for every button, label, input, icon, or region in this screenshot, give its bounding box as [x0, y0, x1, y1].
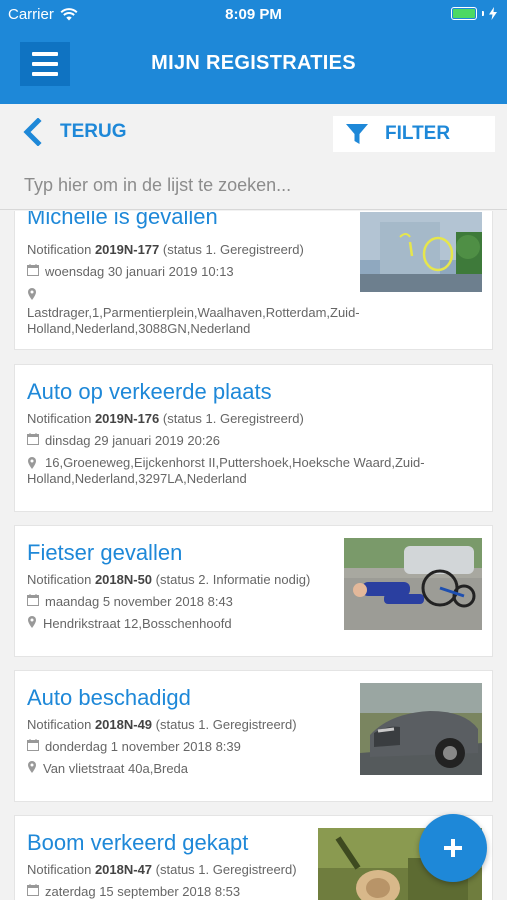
- app-header: Carrier 8:09 PM MIJN REGISTRATIES: [0, 0, 507, 104]
- item-number: 2019N-177: [94, 242, 160, 257]
- add-button[interactable]: [419, 814, 487, 882]
- item-status: (status 1. Geregistreerd): [162, 411, 304, 426]
- list-item[interactable]: Michelle is gevallen Notification 2019N-…: [14, 211, 493, 350]
- item-photo: [360, 212, 482, 292]
- item-number: 2019N-176: [94, 411, 160, 426]
- item-meta: Notification 2019N-177 (status 1. Geregi…: [27, 242, 304, 257]
- item-title: Auto op verkeerde plaats: [27, 379, 272, 404]
- item-address: 16,Groeneweg,Eijckenhorst II,Puttershoek…: [27, 455, 425, 486]
- filter-button[interactable]: FILTER: [333, 116, 495, 152]
- item-address-row: Van vlietstraat 40a,Breda: [27, 761, 188, 776]
- item-prefix: Notification: [27, 411, 92, 426]
- back-label: TERUG: [60, 121, 127, 142]
- nav-row: TERUG FILTER: [0, 104, 507, 162]
- location-pin-icon: [28, 288, 36, 300]
- item-number: 2018N-49: [94, 717, 153, 732]
- chevron-left-icon: [23, 118, 42, 146]
- item-title: Boom verkeerd gekapt: [27, 830, 249, 855]
- item-meta: Notification 2018N-50 (status 2. Informa…: [27, 572, 310, 587]
- item-date-row: maandag 5 november 2018 8:43: [27, 594, 233, 609]
- item-date-row: zaterdag 15 september 2018 8:53: [27, 884, 240, 899]
- calendar-icon: [27, 264, 39, 276]
- item-photo: [344, 538, 482, 630]
- list-item[interactable]: Auto beschadigd Notification 2018N-49 (s…: [14, 670, 493, 802]
- item-status: (status 1. Geregistreerd): [155, 862, 297, 877]
- item-prefix: Notification: [27, 572, 92, 587]
- battery-icon: [451, 7, 477, 20]
- calendar-icon: [27, 594, 39, 606]
- back-button[interactable]: TERUG: [22, 118, 127, 146]
- page-title: MIJN REGISTRATIES: [151, 52, 356, 74]
- item-number: 2018N-47: [94, 862, 153, 877]
- item-prefix: Notification: [27, 242, 92, 257]
- calendar-icon: [27, 433, 39, 445]
- item-date: zaterdag 15 september 2018 8:53: [45, 884, 241, 899]
- location-pin-icon: [28, 616, 36, 628]
- item-date: maandag 5 november 2018 8:43: [45, 594, 233, 609]
- list-item[interactable]: Fietser gevallen Notification 2018N-50 (…: [14, 525, 493, 657]
- item-date-row: woensdag 30 januari 2019 10:13: [27, 264, 234, 279]
- calendar-icon: [27, 739, 39, 751]
- status-bar: Carrier 8:09 PM: [0, 0, 507, 28]
- item-date-row: dinsdag 29 januari 2019 20:26: [27, 433, 220, 448]
- search-input[interactable]: [0, 162, 507, 209]
- item-prefix: Notification: [27, 862, 92, 877]
- list-item[interactable]: Auto op verkeerde plaats Notification 20…: [14, 364, 493, 512]
- search-bar: [0, 162, 507, 210]
- plus-icon: [444, 839, 462, 857]
- item-date: donderdag 1 november 2018 8:39: [45, 739, 241, 754]
- clock: 8:09 PM: [225, 6, 282, 23]
- item-address: Hendrikstraat 12,Bosschenhoofd: [43, 616, 232, 631]
- charging-icon: [489, 7, 497, 20]
- item-address: Van vlietstraat 40a,Breda: [43, 761, 189, 776]
- location-pin-icon: [28, 761, 36, 773]
- item-date-row: donderdag 1 november 2018 8:39: [27, 739, 241, 754]
- registration-list[interactable]: Michelle is gevallen Notification 2019N-…: [0, 211, 507, 900]
- item-address: Lastdrager,1,Parmentierplein,Waalhaven,R…: [27, 305, 360, 336]
- item-meta: Notification 2019N-176 (status 1. Geregi…: [27, 411, 304, 426]
- item-prefix: Notification: [27, 717, 92, 732]
- item-title: Fietser gevallen: [27, 540, 183, 565]
- item-date: dinsdag 29 januari 2019 20:26: [45, 433, 220, 448]
- item-title: Michelle is gevallen: [27, 211, 218, 229]
- item-meta: Notification 2018N-49 (status 1. Geregis…: [27, 717, 297, 732]
- filter-icon: [346, 124, 368, 144]
- calendar-icon: [27, 884, 39, 896]
- item-meta: Notification 2018N-47 (status 1. Geregis…: [27, 862, 297, 877]
- item-title: Auto beschadigd: [27, 685, 191, 710]
- item-address-row: Hendrikstraat 12,Bosschenhoofd: [27, 616, 232, 631]
- item-status: (status 2. Informatie nodig): [155, 572, 311, 587]
- item-date: woensdag 30 januari 2019 10:13: [45, 264, 234, 279]
- item-status: (status 1. Geregistreerd): [162, 242, 304, 257]
- item-number: 2018N-50: [94, 572, 153, 587]
- item-status: (status 1. Geregistreerd): [155, 717, 297, 732]
- filter-label: FILTER: [385, 123, 451, 144]
- battery-indicator: [451, 7, 497, 20]
- item-photo: [360, 683, 482, 775]
